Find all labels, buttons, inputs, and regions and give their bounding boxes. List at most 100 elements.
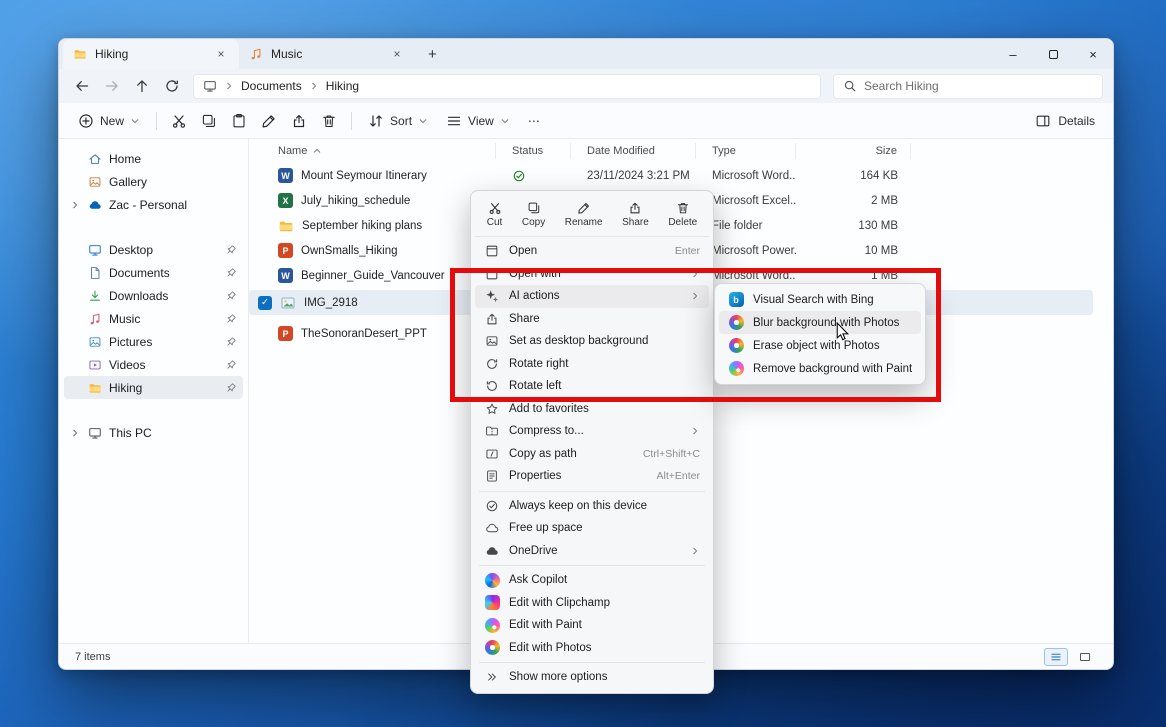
sidebar-item-documents[interactable]: Documents <box>64 261 243 284</box>
breadcrumb-hiking[interactable]: Hiking <box>326 79 359 93</box>
sidebar-item-label: Gallery <box>109 175 147 189</box>
search-icon <box>843 79 857 93</box>
sidebar-item-videos[interactable]: Videos <box>64 353 243 376</box>
share-button[interactable] <box>284 107 314 135</box>
menu-item-properties[interactable]: Properties Alt+Enter <box>475 465 709 488</box>
sort-button-label: Sort <box>390 114 412 128</box>
checkbox-checked[interactable]: ✓ <box>258 296 272 310</box>
chevron-right-icon[interactable] <box>68 200 81 210</box>
menu-item-label: Copy as path <box>509 448 634 460</box>
onedrive-icon <box>88 198 102 212</box>
home-icon <box>88 152 102 166</box>
copilot-icon <box>484 573 500 588</box>
new-tab-button[interactable]: + <box>415 39 450 69</box>
rename-button[interactable]: Rename <box>559 198 609 231</box>
submenu-chevron-icon <box>690 546 700 556</box>
column-label: Size <box>876 145 897 157</box>
menu-item-edit-with-photos[interactable]: Edit with Photos <box>475 637 709 660</box>
window-controls: – × <box>993 39 1113 69</box>
menu-item-label: Edit with Photos <box>509 642 700 654</box>
sidebar-item-home[interactable]: Home <box>64 147 243 170</box>
search-box[interactable] <box>833 74 1103 99</box>
thumbnail-view-icon <box>1080 653 1090 661</box>
menu-item-free-up-space[interactable]: Free up space <box>475 517 709 540</box>
excel-letter: X <box>282 196 288 206</box>
folder-icon <box>278 218 294 234</box>
close-button[interactable]: × <box>1073 39 1113 69</box>
menu-item-compress-to[interactable]: Compress to... <box>475 420 709 443</box>
column-header-status[interactable]: Status <box>496 143 571 159</box>
details-pane-button[interactable]: Details <box>1027 113 1103 129</box>
cut-button[interactable] <box>164 107 194 135</box>
delete-button[interactable] <box>314 107 344 135</box>
forward-button[interactable] <box>97 72 127 100</box>
sidebar-item-hiking[interactable]: Hiking <box>64 376 243 399</box>
word-file-icon: W <box>278 168 293 183</box>
music-icon <box>249 47 263 61</box>
toolbar-separator <box>351 112 352 130</box>
annotation-red-box <box>450 268 941 402</box>
keep-on-device-icon <box>484 499 500 513</box>
close-tab-icon[interactable]: × <box>389 46 405 62</box>
menu-item-onedrive[interactable]: OneDrive <box>475 540 709 563</box>
column-header-name[interactable]: Name <box>254 143 496 159</box>
details-view-button[interactable] <box>1044 648 1068 666</box>
thumbnail-view-button[interactable] <box>1073 648 1097 666</box>
close-tab-icon[interactable]: × <box>213 46 229 62</box>
quick-action-label: Rename <box>565 217 603 228</box>
menu-item-show-more-options[interactable]: Show more options <box>475 666 709 689</box>
view-button[interactable]: View <box>437 107 519 135</box>
menu-item-edit-with-clipchamp[interactable]: Edit with Clipchamp <box>475 592 709 615</box>
address-bar[interactable]: Documents Hiking <box>193 74 821 99</box>
paste-button[interactable] <box>224 107 254 135</box>
sidebar-item-music[interactable]: Music <box>64 307 243 330</box>
file-row[interactable]: WMount Seymour Itinerary 23/11/2024 3:21… <box>249 163 1113 188</box>
minimize-button[interactable]: – <box>993 39 1033 69</box>
chevron-right-icon[interactable] <box>68 428 81 438</box>
sidebar-item-downloads[interactable]: Downloads <box>64 284 243 307</box>
toolbar-separator <box>156 112 157 130</box>
plus-icon <box>78 113 94 129</box>
navigation-sidebar: Home Gallery Zac - Personal Desktop Docu… <box>59 139 249 643</box>
onedrive-icon <box>484 544 500 558</box>
cut-button[interactable]: Cut <box>481 198 509 231</box>
refresh-button[interactable] <box>157 72 187 100</box>
menu-item-ask-copilot[interactable]: Ask Copilot <box>475 569 709 592</box>
show-more-icon <box>484 670 500 684</box>
maximize-button[interactable] <box>1033 39 1073 69</box>
column-label: Name <box>278 145 307 157</box>
videos-icon <box>88 358 102 372</box>
sidebar-item-desktop[interactable]: Desktop <box>64 238 243 261</box>
new-button[interactable]: New <box>69 107 149 135</box>
submenu-chevron-icon <box>690 426 700 436</box>
sidebar-item-pictures[interactable]: Pictures <box>64 330 243 353</box>
menu-item-edit-with-paint[interactable]: Edit with Paint <box>475 614 709 637</box>
copy-button[interactable] <box>194 107 224 135</box>
menu-item-label: OneDrive <box>509 545 681 557</box>
tab-music[interactable]: Music × <box>239 39 415 69</box>
sort-button[interactable]: Sort <box>359 107 437 135</box>
rename-button[interactable] <box>254 107 284 135</box>
search-input[interactable] <box>864 79 1093 93</box>
menu-item-always-keep-on-device[interactable]: Always keep on this device <box>475 495 709 518</box>
up-button[interactable] <box>127 72 157 100</box>
breadcrumb-documents[interactable]: Documents <box>241 79 302 93</box>
file-size: 10 MB <box>796 245 911 257</box>
delete-button[interactable]: Delete <box>662 198 703 231</box>
sidebar-item-onedrive-personal[interactable]: Zac - Personal <box>64 193 243 216</box>
menu-item-copy-as-path[interactable]: Copy as path Ctrl+Shift+C <box>475 443 709 466</box>
share-button[interactable]: Share <box>616 198 655 231</box>
menu-item-open[interactable]: Open Enter <box>475 240 709 263</box>
delete-icon <box>676 201 690 215</box>
music-icon <box>88 312 102 326</box>
copy-button[interactable]: Copy <box>516 198 551 231</box>
see-more-button[interactable]: ⋯ <box>519 107 549 135</box>
column-header-size[interactable]: Size <box>796 143 911 159</box>
column-header-date-modified[interactable]: Date Modified <box>571 143 696 159</box>
sidebar-item-gallery[interactable]: Gallery <box>64 170 243 193</box>
back-button[interactable] <box>67 72 97 100</box>
menu-item-label: Properties <box>509 470 648 482</box>
sidebar-item-this-pc[interactable]: This PC <box>64 421 243 444</box>
tab-hiking[interactable]: Hiking × <box>63 39 239 69</box>
column-header-type[interactable]: Type <box>696 143 796 159</box>
